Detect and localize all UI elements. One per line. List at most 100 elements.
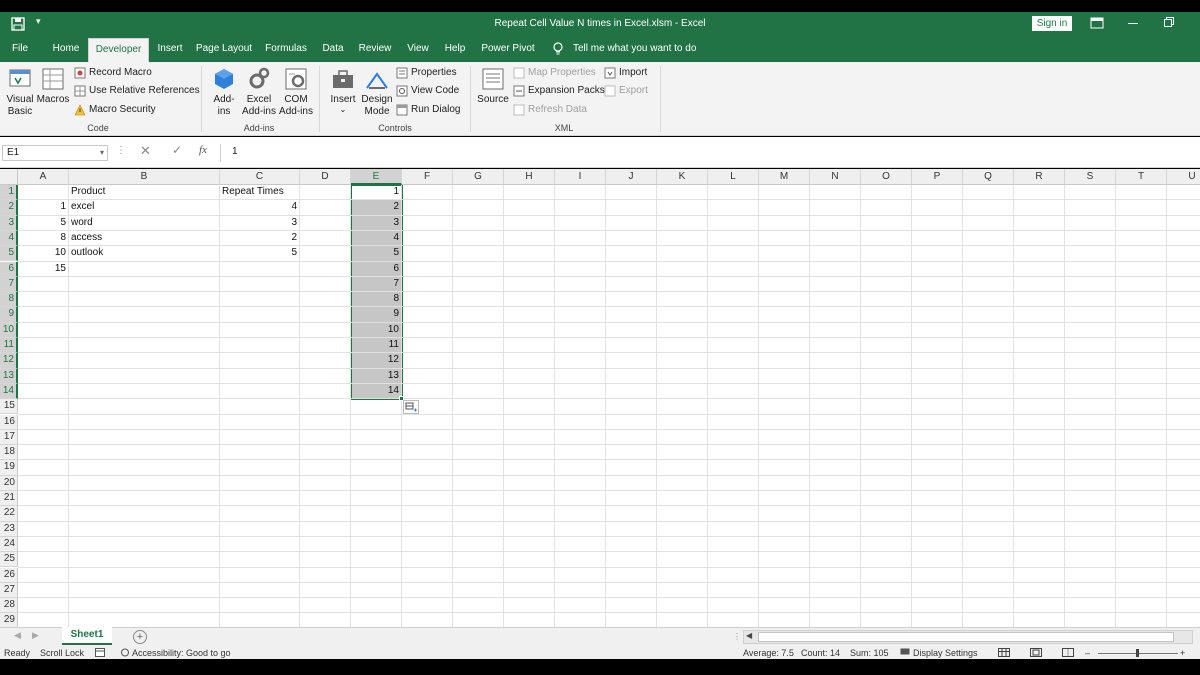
cell-a6[interactable]: 15 — [18, 262, 69, 277]
tab-data[interactable]: Data — [318, 36, 348, 62]
cell-e1[interactable]: 1 — [351, 185, 402, 200]
tab-help[interactable]: Help — [442, 36, 468, 62]
tab-review[interactable]: Review — [356, 36, 394, 62]
select-all-corner[interactable] — [0, 169, 18, 185]
zoom-slider-thumb[interactable] — [1136, 649, 1139, 657]
cell-e9[interactable]: 9 — [351, 307, 402, 322]
macro-recording-icon[interactable] — [95, 648, 105, 657]
row-header[interactable]: 19 — [0, 460, 18, 476]
excel-add-ins-button[interactable]: Excel Add-ins — [240, 66, 278, 120]
cell-e8[interactable]: 8 — [351, 292, 402, 307]
cell-e2[interactable]: 2 — [351, 200, 402, 215]
minimize-icon[interactable] — [1128, 23, 1138, 24]
column-header[interactable]: D — [300, 169, 351, 185]
row-header[interactable]: 16 — [0, 414, 18, 430]
row-header[interactable]: 5 — [0, 246, 18, 262]
column-header[interactable]: G — [453, 169, 504, 185]
column-header[interactable]: M — [759, 169, 810, 185]
row-header[interactable]: 10 — [0, 322, 18, 338]
column-header[interactable]: S — [1065, 169, 1116, 185]
row-header[interactable]: 12 — [0, 353, 18, 369]
row-header[interactable]: 17 — [0, 429, 18, 446]
row-header[interactable]: 4 — [0, 230, 18, 247]
cell-e11[interactable]: 11 — [351, 338, 402, 353]
column-header[interactable]: R — [1014, 169, 1065, 185]
cell-e3[interactable]: 3 — [351, 216, 402, 231]
column-header[interactable]: E — [351, 169, 402, 185]
tab-home[interactable]: Home — [46, 36, 86, 62]
column-header[interactable]: I — [555, 169, 606, 185]
cell-a4[interactable]: 8 — [18, 231, 69, 246]
sheet-tab-sheet1[interactable]: Sheet1 — [62, 627, 112, 645]
row-header[interactable]: 23 — [0, 521, 18, 537]
cell-b3[interactable]: word — [69, 216, 220, 231]
cancel-icon[interactable]: ✕ — [140, 143, 151, 159]
cell-e4[interactable]: 4 — [351, 231, 402, 246]
tab-insert[interactable]: Insert — [152, 36, 188, 62]
column-header[interactable]: J — [606, 169, 657, 185]
row-header[interactable]: 6 — [0, 261, 18, 277]
tab-file[interactable]: File — [4, 36, 36, 62]
column-header[interactable]: A — [18, 169, 69, 185]
row-header[interactable]: 29 — [0, 613, 18, 627]
chevron-down-icon[interactable]: ▾ — [100, 146, 104, 160]
row-header[interactable]: 14 — [0, 383, 18, 400]
page-break-view-icon[interactable] — [1062, 648, 1074, 657]
column-header[interactable]: P — [912, 169, 963, 185]
tab-view[interactable]: View — [402, 36, 434, 62]
scroll-left-icon[interactable]: ◀ — [746, 631, 752, 640]
restore-icon[interactable] — [1164, 17, 1174, 27]
next-sheet-icon[interactable]: ▶ — [32, 630, 39, 641]
design-mode-button[interactable]: Design Mode — [360, 66, 394, 120]
formula-input[interactable]: 1 — [232, 146, 238, 157]
row-header[interactable]: 26 — [0, 567, 18, 583]
cell-e13[interactable]: 13 — [351, 369, 402, 384]
row-header[interactable]: 24 — [0, 536, 18, 553]
cell-b5[interactable]: outlook — [69, 246, 220, 261]
name-box[interactable]: E1 ▾ — [2, 145, 108, 161]
scrollbar-thumb[interactable] — [758, 632, 1174, 642]
cell-c2[interactable]: 4 — [220, 200, 300, 215]
column-header[interactable]: T — [1116, 169, 1167, 185]
worksheet-grid[interactable]: A B C D E F G H I J K L M N O P Q R S T U 1 2 3 4 5 6 7 8 9 10 11 12 13 14… — [0, 169, 1200, 627]
com-add-ins-button[interactable]: COM Add-ins — [278, 66, 314, 120]
column-header[interactable]: C — [220, 169, 300, 185]
row-header[interactable]: 7 — [0, 276, 18, 293]
cell-b4[interactable]: access — [69, 231, 220, 246]
previous-sheet-icon[interactable]: ◀ — [14, 630, 21, 641]
row-header[interactable]: 9 — [0, 307, 18, 323]
cell-a2[interactable]: 1 — [18, 200, 69, 215]
cell-e12[interactable]: 12 — [351, 353, 402, 368]
row-header[interactable]: 18 — [0, 445, 18, 461]
row-header[interactable]: 15 — [0, 399, 18, 415]
row-header[interactable]: 28 — [0, 598, 18, 614]
tab-developer[interactable]: Developer — [88, 38, 149, 62]
row-header[interactable]: 25 — [0, 552, 18, 568]
row-header[interactable]: 20 — [0, 475, 18, 491]
quick-analysis-button[interactable] — [403, 400, 419, 415]
page-layout-view-icon[interactable] — [1030, 648, 1042, 657]
tab-split-handle[interactable]: ⋮ — [733, 632, 741, 641]
cell-c5[interactable]: 5 — [220, 246, 300, 261]
column-header[interactable]: U — [1167, 169, 1200, 185]
column-header[interactable]: B — [69, 169, 220, 185]
normal-view-icon[interactable] — [998, 648, 1010, 657]
add-ins-button[interactable]: Add- ins — [208, 66, 240, 120]
row-header[interactable]: 21 — [0, 491, 18, 507]
insert-control-button[interactable]: Insert ⌄ — [326, 66, 360, 120]
column-header[interactable]: K — [657, 169, 708, 185]
row-header[interactable]: 8 — [0, 292, 18, 308]
column-header[interactable]: Q — [963, 169, 1014, 185]
sign-in-button[interactable]: Sign in — [1032, 16, 1072, 31]
cell-e5[interactable]: 5 — [351, 246, 402, 261]
cell-e14[interactable]: 14 — [351, 384, 402, 399]
cell-e7[interactable]: 7 — [351, 277, 402, 292]
row-header[interactable]: 27 — [0, 582, 18, 599]
new-sheet-button[interactable]: + — [133, 630, 147, 644]
cell-c1[interactable]: Repeat Times — [220, 185, 300, 200]
row-header[interactable]: 2 — [0, 200, 18, 216]
macros-button[interactable]: Macros — [36, 66, 70, 120]
column-header[interactable]: O — [861, 169, 912, 185]
cell-c4[interactable]: 2 — [220, 231, 300, 246]
cell-c3[interactable]: 3 — [220, 216, 300, 231]
